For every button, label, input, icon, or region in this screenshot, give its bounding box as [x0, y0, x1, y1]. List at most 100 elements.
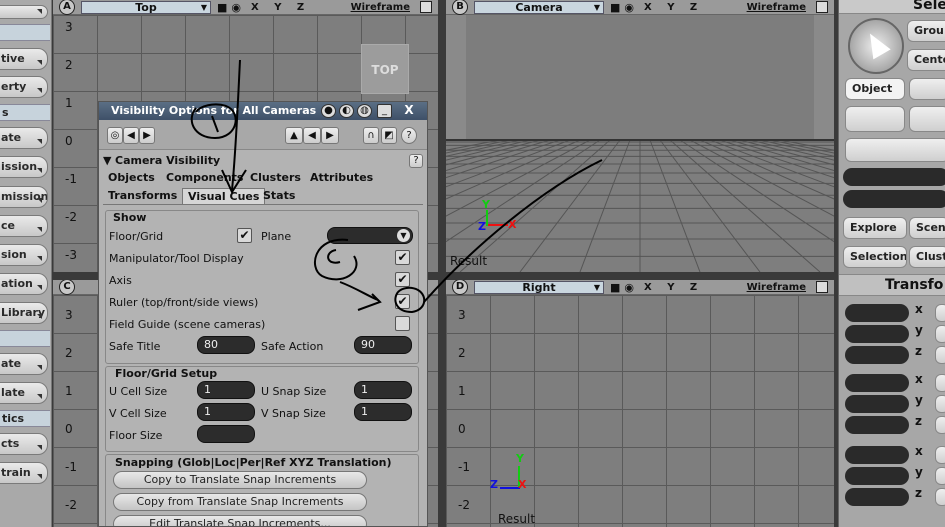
transform-key-button[interactable]	[935, 346, 945, 364]
transform-value-field[interactable]	[845, 416, 909, 434]
object-button[interactable]: Object	[845, 78, 905, 100]
toolbar-button[interactable]: ate	[0, 353, 48, 375]
transform-key-button[interactable]	[935, 374, 945, 392]
toolbar-button[interactable]: mission	[0, 186, 48, 208]
transform-value-field[interactable]	[845, 488, 909, 506]
camera-eye-icons[interactable]: ■◉	[610, 1, 638, 14]
toolbar-button[interactable]: ation	[0, 273, 48, 295]
transform-key-button[interactable]	[935, 446, 945, 464]
help-question-icon[interactable]: ?	[401, 127, 417, 144]
help-icon[interactable]: ●	[321, 104, 336, 118]
transform-key-button[interactable]	[935, 304, 945, 322]
toolbar-button[interactable]: late	[0, 382, 48, 404]
tab-transforms[interactable]: Transforms	[103, 188, 182, 204]
component-mode-button[interactable]	[909, 106, 945, 132]
tab-components[interactable]: Components	[161, 170, 248, 186]
filter-button[interactable]	[845, 138, 945, 162]
selection-name-field[interactable]	[843, 190, 945, 208]
tab-attributes[interactable]: Attributes	[305, 170, 378, 186]
close-icon[interactable]: X	[399, 104, 419, 118]
transform-value-field[interactable]	[845, 467, 909, 485]
select-icon[interactable]: ◎	[107, 127, 123, 144]
transform-key-button[interactable]	[935, 467, 945, 485]
toolbar-button[interactable]	[0, 5, 48, 19]
v-snap-field[interactable]: 1	[354, 403, 412, 421]
viewport-a-letter[interactable]: A	[59, 0, 75, 15]
transform-key-button[interactable]	[935, 325, 945, 343]
manipulator-checkbox[interactable]: ✔	[395, 250, 410, 265]
viewport-c-letter[interactable]: C	[59, 280, 75, 295]
ruler-checkbox[interactable]: ✔	[395, 294, 410, 309]
toolbar-button[interactable]: ce	[0, 215, 48, 237]
lock-icon[interactable]: ◍	[357, 104, 372, 118]
viewport-b-letter[interactable]: B	[452, 0, 468, 15]
toolbar-button[interactable]: ate	[0, 127, 48, 149]
section-help-icon[interactable]: ?	[409, 154, 423, 168]
edit-snap-button[interactable]: Edit Translate Snap Increments...	[113, 515, 367, 526]
toolbar-button[interactable]: erty	[0, 76, 48, 98]
viewport-d-display-mode[interactable]: Wireframe	[747, 282, 806, 293]
field-guide-checkbox[interactable]	[395, 316, 410, 331]
back-icon[interactable]: ◀	[303, 127, 321, 144]
forward-icon[interactable]: ▶	[321, 127, 339, 144]
toolbar-button[interactable]: tive	[0, 48, 48, 70]
floor-grid-checkbox[interactable]: ✔	[237, 228, 252, 243]
select-arrow-icon[interactable]	[848, 18, 904, 74]
center-button[interactable]: Cente	[907, 49, 945, 71]
viewport-d[interactable]: D Right ■◉ X Y Z Wireframe 3 2 1 0 -1 -2 Y Z …	[446, 280, 834, 527]
toolbar-button[interactable]: ission	[0, 156, 48, 178]
maximize-icon[interactable]	[420, 1, 432, 13]
viewport-a-xyz[interactable]: X Y Z	[251, 2, 310, 13]
camera-visibility-header[interactable]: Camera Visibility	[115, 154, 220, 167]
up-icon[interactable]: ▲	[285, 127, 303, 144]
viewport-b[interactable]: B Camera ■◉ X Y Z Wireframe Y X Z Result	[446, 0, 834, 272]
transform-value-field[interactable]	[845, 395, 909, 413]
toolbar-button[interactable]: train	[0, 462, 48, 484]
plane-select[interactable]: ▼	[327, 227, 413, 244]
transform-key-button[interactable]	[935, 488, 945, 506]
toolbar-button[interactable]: sion	[0, 244, 48, 266]
transform-value-field[interactable]	[845, 346, 909, 364]
object-mode-button[interactable]	[909, 78, 945, 100]
transform-key-button[interactable]	[935, 395, 945, 413]
keyframe-icon[interactable]: ◩	[381, 127, 397, 144]
scene-button[interactable]: Scen	[909, 217, 945, 239]
copy-to-snap-button[interactable]: Copy to Translate Snap Increments	[113, 471, 367, 489]
viewport-d-view-select[interactable]: Right	[474, 280, 604, 294]
copy-from-snap-button[interactable]: Copy from Translate Snap Increments	[113, 493, 367, 511]
u-cell-field[interactable]: 1	[197, 381, 255, 399]
preset-icon[interactable]: ◐	[339, 104, 354, 118]
component-button[interactable]	[845, 106, 905, 132]
transform-value-field[interactable]	[845, 374, 909, 392]
viewport-d-xyz[interactable]: X Y Z	[644, 282, 703, 293]
cluster-button[interactable]: Cluste	[909, 246, 945, 268]
maximize-icon[interactable]	[816, 1, 828, 13]
view-cube[interactable]: TOP	[361, 44, 409, 94]
viewport-d-letter[interactable]: D	[452, 280, 468, 295]
viewport-b-xyz[interactable]: X Y Z	[644, 2, 703, 13]
group-button[interactable]: Grou	[907, 20, 945, 42]
toolbar-button[interactable]: cts	[0, 433, 48, 455]
transform-value-field[interactable]	[845, 304, 909, 322]
explore-button[interactable]: Explore	[843, 217, 907, 239]
maximize-icon[interactable]	[816, 281, 828, 293]
transform-key-button[interactable]	[935, 416, 945, 434]
u-snap-field[interactable]: 1	[354, 381, 412, 399]
viewport-b-view-select[interactable]: Camera	[474, 0, 604, 14]
link-icon[interactable]: ∩	[363, 127, 379, 144]
safe-action-field[interactable]: 90	[354, 336, 412, 354]
prev-icon[interactable]: ◀	[123, 127, 139, 144]
section-collapse-icon[interactable]: ▼	[103, 154, 111, 167]
transform-value-field[interactable]	[845, 325, 909, 343]
minimize-icon[interactable]: _	[377, 104, 392, 118]
selection-filter-field[interactable]	[843, 168, 945, 186]
viewport-b-display-mode[interactable]: Wireframe	[747, 2, 806, 13]
tab-objects[interactable]: Objects	[103, 170, 160, 186]
viewport-a-view-select[interactable]: Top	[81, 0, 211, 14]
toolbar-button[interactable]: Library	[0, 302, 48, 324]
camera-eye-icons[interactable]: ■◉	[217, 1, 245, 14]
safe-title-field[interactable]: 80	[197, 336, 255, 354]
floor-size-field[interactable]	[197, 425, 255, 443]
camera-eye-icons[interactable]: ■◉	[610, 281, 638, 294]
transform-value-field[interactable]	[845, 446, 909, 464]
